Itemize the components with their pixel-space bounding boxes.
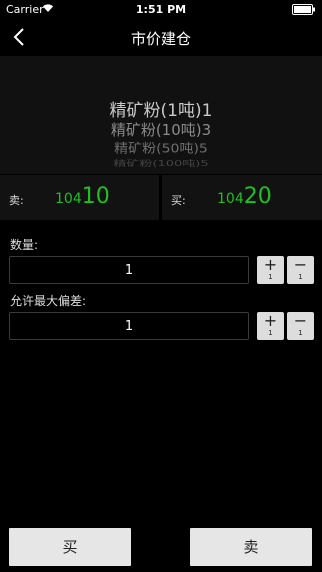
picker-item[interactable]: 精矿粉(100吨)5 <box>0 157 322 168</box>
picker-item[interactable]: 精矿粉(10吨)3 <box>0 119 322 140</box>
plus-icon: + <box>263 255 278 274</box>
deviation-label: 允许最大偏差: <box>10 294 87 308</box>
buy-price-suffix: 20 <box>243 184 272 209</box>
product-picker[interactable]: 精矿粉(1吨)1 精矿粉(10吨)3 精矿粉(50吨)5 精矿粉(100吨)5 <box>0 56 322 174</box>
deviation-input[interactable] <box>9 312 249 340</box>
sell-price-value: 10410 <box>55 184 110 209</box>
sell-price-label: 卖: <box>9 194 24 207</box>
buy-button[interactable]: 买 <box>9 528 131 566</box>
minus-step: 1 <box>298 329 303 337</box>
deviation-plus-button[interactable]: + 1 <box>257 312 284 340</box>
minus-icon: − <box>293 255 308 274</box>
buy-price-label: 买: <box>171 194 186 207</box>
plus-step: 1 <box>268 329 273 337</box>
quantity-plus-button[interactable]: + 1 <box>257 256 284 284</box>
minus-step: 1 <box>298 273 303 281</box>
buy-price-prefix: 104 <box>217 191 244 207</box>
plus-step: 1 <box>268 273 273 281</box>
quantity-minus-button[interactable]: − 1 <box>287 256 314 284</box>
price-row: 卖: 10410 买: 10420 <box>0 175 322 220</box>
sell-button[interactable]: 卖 <box>190 528 312 566</box>
battery-icon <box>292 4 315 15</box>
status-time: 1:51 PM <box>135 3 187 16</box>
minus-icon: − <box>293 311 308 330</box>
sell-price-suffix: 10 <box>81 184 110 209</box>
buy-price-value: 10420 <box>217 184 272 209</box>
picker-item[interactable]: 精矿粉(50吨)5 <box>0 139 322 157</box>
page-title: 市价建仓 <box>130 30 191 48</box>
sell-price-panel: 卖: 10410 <box>0 175 159 220</box>
deviation-minus-button[interactable]: − 1 <box>287 312 314 340</box>
sell-price-prefix: 104 <box>55 191 82 207</box>
buy-price-panel: 买: 10420 <box>162 175 322 220</box>
picker-item-selected[interactable]: 精矿粉(1吨)1 <box>0 96 322 121</box>
nav-bar: 市价建仓 <box>0 20 322 54</box>
quantity-label: 数量: <box>10 238 39 252</box>
plus-icon: + <box>263 311 278 330</box>
quantity-input[interactable] <box>9 256 249 284</box>
status-bar: Carrier 1:51 PM <box>0 0 322 20</box>
